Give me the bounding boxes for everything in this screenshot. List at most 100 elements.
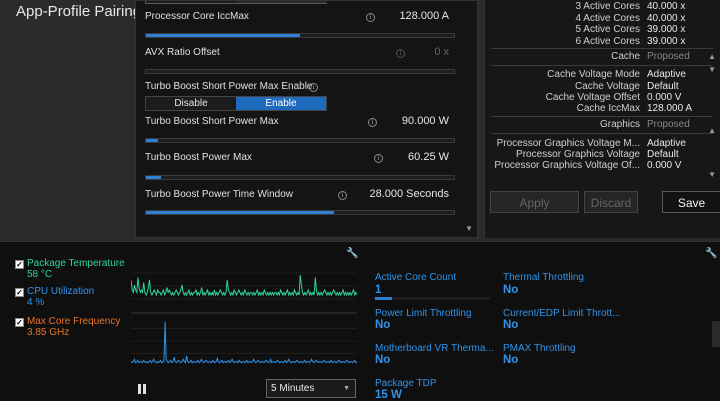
stat-value-power-limit-throttling: No bbox=[375, 319, 391, 331]
stat-label-motherboard-vr-thermal: Motherboard VR Therma... bbox=[375, 343, 494, 354]
row-label-short-power-max: Turbo Boost Short Power Max bbox=[145, 116, 279, 127]
spec-key: Processor Graphics Voltage Of... bbox=[494, 160, 640, 171]
value-core-iccmax: 128.000 A bbox=[399, 10, 449, 22]
pause-icon[interactable] bbox=[138, 384, 147, 394]
spec-key: 5 Active Cores bbox=[575, 24, 640, 35]
short-power-enable-toggle[interactable]: Disable Enable bbox=[145, 96, 327, 111]
save-button[interactable]: Save bbox=[662, 191, 720, 213]
stat-label-current-edp-throttling: Current/EDP Limit Thrott... bbox=[503, 308, 621, 319]
slider-fill bbox=[146, 139, 159, 142]
partial-toggle[interactable] bbox=[145, 1, 327, 4]
tuning-panel: Processor Core IccMax i 128.000 A AVX Ra… bbox=[135, 0, 478, 238]
info-icon[interactable]: i bbox=[309, 83, 318, 92]
spec-row: 6 Active Cores 39.000 x bbox=[485, 36, 713, 48]
row-label-power-time-window: Turbo Boost Power Time Window bbox=[145, 189, 294, 200]
spec-panel: 3 Active Cores 40.000 x 4 Active Cores 40.… bbox=[484, 0, 720, 238]
interval-dropdown[interactable]: 5 Minutes ▼ bbox=[266, 379, 356, 398]
info-icon[interactable]: i bbox=[396, 49, 405, 58]
slider-power-max[interactable] bbox=[145, 175, 455, 180]
spec-row: 3 Active Cores 40.000 x bbox=[485, 1, 713, 13]
info-icon[interactable]: i bbox=[366, 13, 375, 22]
monitor-panel: ✓ Package Temperature 58 °C ✓ CPU Utiliz… bbox=[0, 241, 720, 401]
stat-label-power-limit-throttling: Power Limit Throttling bbox=[375, 308, 472, 319]
spec-value: 40.000 x bbox=[647, 1, 686, 12]
spec-value: Adaptive bbox=[647, 69, 686, 80]
spec-key: Cache IccMax bbox=[576, 103, 640, 114]
metric-value-cpu-utilization: 4 % bbox=[27, 297, 45, 308]
metric-label-max-core-frequency: Max Core Frequency bbox=[27, 316, 121, 327]
spec-key: 6 Active Cores bbox=[575, 36, 640, 47]
toggle-enable-option[interactable]: Enable bbox=[236, 97, 326, 110]
section-title: App-Profile Pairing bbox=[16, 3, 142, 20]
spec-value: 128.000 A bbox=[647, 103, 693, 114]
value-short-power-max: 90.000 W bbox=[401, 115, 449, 127]
wrench-icon[interactable]: 🔧 bbox=[346, 248, 358, 259]
spec-row: Processor Graphics Voltage Of... 0.000 V bbox=[485, 160, 713, 172]
value-power-max: 60.25 W bbox=[408, 151, 449, 163]
wrench-icon[interactable]: 🔧 bbox=[705, 248, 717, 259]
checkbox-package-temperature[interactable]: ✓ bbox=[15, 260, 24, 269]
interval-value: 5 Minutes bbox=[271, 383, 315, 394]
chevron-down-icon: ▼ bbox=[343, 385, 350, 392]
metric-label-cpu-utilization: CPU Utilization bbox=[27, 286, 95, 297]
slider-fill bbox=[146, 34, 300, 37]
info-icon[interactable]: i bbox=[338, 191, 347, 200]
value-avx-offset: 0 x bbox=[434, 46, 449, 58]
stat-value-thermal-throttling: No bbox=[503, 284, 519, 296]
slider-core-iccmax[interactable] bbox=[145, 33, 455, 38]
checkbox-cpu-utilization[interactable]: ✓ bbox=[15, 288, 24, 297]
spec-key: Cache Voltage Mode bbox=[547, 69, 640, 80]
divider bbox=[491, 65, 713, 66]
stat-label-active-core-count: Active Core Count bbox=[375, 272, 457, 283]
bar-fill bbox=[375, 297, 393, 300]
value-power-time-window: 28.000 Seconds bbox=[369, 188, 449, 200]
slider-avx-offset[interactable] bbox=[145, 69, 455, 74]
metric-label-package-temperature: Package Temperature bbox=[27, 258, 125, 269]
divider bbox=[491, 48, 713, 49]
stat-value-current-edp-throttling: No bbox=[503, 319, 519, 331]
row-label-short-power-enable: Turbo Boost Short Power Max Enable bbox=[145, 81, 313, 92]
monitor-graph bbox=[131, 258, 357, 368]
scroll-down-icon[interactable]: ▼ bbox=[465, 224, 473, 233]
stat-label-package-tdp: Package TDP bbox=[375, 378, 437, 389]
stat-value-package-tdp: 15 W bbox=[375, 389, 402, 401]
spec-value: Proposed bbox=[647, 119, 690, 130]
stat-label-pmax-throttling: PMAX Throttling bbox=[503, 343, 576, 354]
slider-fill bbox=[146, 211, 334, 214]
scrollbar-thumb[interactable] bbox=[712, 321, 720, 347]
scroll-down-icon[interactable]: ▼ bbox=[708, 170, 716, 179]
row-label-power-max: Turbo Boost Power Max bbox=[145, 152, 252, 163]
scroll-up-icon[interactable]: ▲ bbox=[708, 126, 716, 135]
spec-value: 39.000 x bbox=[647, 24, 686, 35]
slider-power-time-window[interactable] bbox=[145, 210, 455, 215]
scroll-up-icon[interactable]: ▲ bbox=[708, 52, 716, 61]
section-header-graphics: Graphics Proposed bbox=[485, 119, 713, 131]
spec-row: Cache Voltage Mode Adaptive bbox=[485, 69, 713, 81]
spec-key: 3 Active Cores bbox=[575, 1, 640, 12]
divider bbox=[491, 116, 713, 117]
toggle-disable-option[interactable]: Disable bbox=[146, 97, 236, 110]
discard-button[interactable]: Discard bbox=[584, 191, 638, 213]
slider-fill bbox=[146, 176, 162, 179]
slider-short-power-max[interactable] bbox=[145, 138, 455, 143]
row-label-core-iccmax: Processor Core IccMax bbox=[145, 11, 249, 22]
spec-key: Cache bbox=[611, 51, 640, 62]
checkbox-max-core-frequency[interactable]: ✓ bbox=[15, 318, 24, 327]
spec-value: 39.000 x bbox=[647, 36, 686, 47]
apply-button[interactable]: Apply bbox=[490, 191, 579, 213]
stat-value-active-core-count: 1 bbox=[375, 284, 382, 296]
spec-value: Proposed bbox=[647, 51, 690, 62]
active-core-count-bar bbox=[375, 297, 490, 300]
spec-row: 5 Active Cores 39.000 x bbox=[485, 24, 713, 36]
info-icon[interactable]: i bbox=[368, 118, 377, 127]
row-label-avx-offset: AVX Ratio Offset bbox=[145, 47, 220, 58]
spec-row: Cache IccMax 128.000 A bbox=[485, 103, 713, 115]
metric-value-max-core-frequency: 3.85 GHz bbox=[27, 327, 70, 338]
stat-value-pmax-throttling: No bbox=[503, 354, 519, 366]
info-icon[interactable]: i bbox=[374, 154, 383, 163]
scroll-down-icon[interactable]: ▼ bbox=[708, 65, 716, 74]
app-window: App-Profile Pairing Processor Core IccMa… bbox=[0, 0, 720, 401]
spec-value: 0.000 V bbox=[647, 160, 682, 171]
section-header-cache: Cache Proposed bbox=[485, 51, 713, 63]
divider bbox=[491, 133, 713, 134]
